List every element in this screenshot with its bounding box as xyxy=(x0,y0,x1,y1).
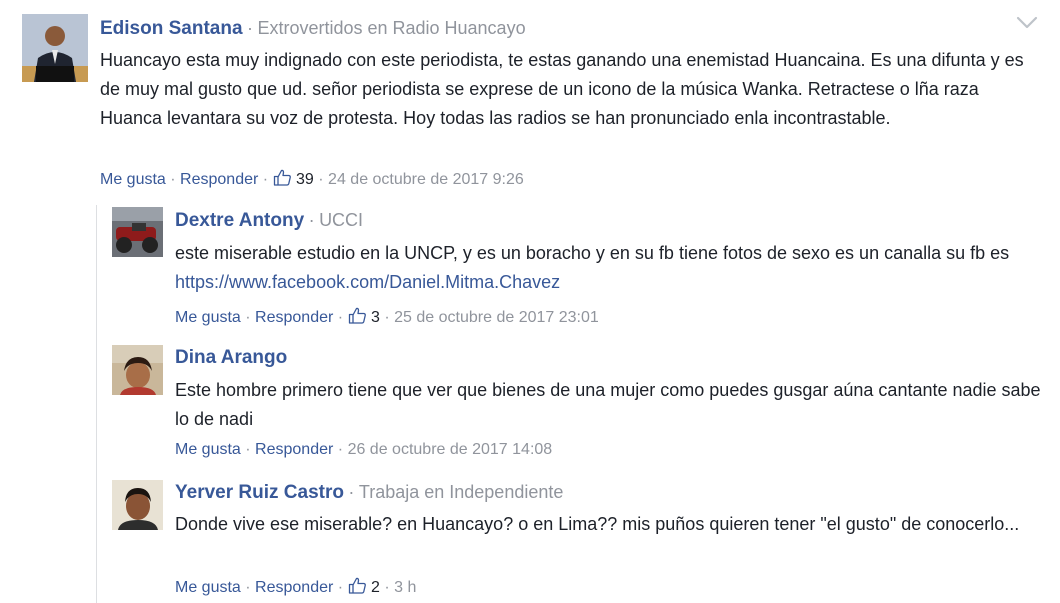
comment-text: este miserable estudio en la UNCP, y es … xyxy=(175,239,1047,297)
thread-line xyxy=(96,205,97,603)
timestamp[interactable]: 24 de octubre de 2017 9:26 xyxy=(328,171,524,188)
like-button[interactable]: Me gusta xyxy=(100,171,166,188)
thumbs-up-icon[interactable] xyxy=(348,577,367,594)
separator: · xyxy=(337,441,344,458)
comment-header: Dextre Antony · UCCI xyxy=(175,209,363,233)
comment-text: Donde vive ese miserable? en Huancayo? o… xyxy=(175,514,1020,534)
like-count: 3 xyxy=(371,309,380,326)
comment-actions: Me gusta · Responder · 3 · 25 de octubre… xyxy=(175,307,599,328)
separator: · xyxy=(337,309,344,326)
comment-header: Yerver Ruiz Castro · Trabaja en Independ… xyxy=(175,481,563,505)
comment-actions: Me gusta · Responder · 26 de octubre de … xyxy=(175,440,552,460)
separator: · xyxy=(245,579,251,596)
comment-header: Dina Arango xyxy=(175,347,287,370)
chevron-down-icon[interactable] xyxy=(1016,16,1038,30)
avatar[interactable] xyxy=(112,480,163,530)
separator: · xyxy=(262,171,269,188)
avatar[interactable] xyxy=(112,207,163,257)
comment-header: Edison Santana · Extrovertidos en Radio … xyxy=(100,17,526,41)
separator: · xyxy=(308,210,315,230)
like-button[interactable]: Me gusta xyxy=(175,309,241,326)
separator: · xyxy=(318,171,324,188)
separator: · xyxy=(246,18,253,38)
separator: · xyxy=(170,171,176,188)
like-button[interactable]: Me gusta xyxy=(175,441,241,458)
separator: · xyxy=(348,482,355,502)
reply-button[interactable]: Responder xyxy=(255,309,333,326)
avatar-image xyxy=(112,480,163,530)
reply-button[interactable]: Responder xyxy=(255,441,333,458)
author-name[interactable]: Yerver Ruiz Castro xyxy=(175,482,344,503)
like-button[interactable]: Me gusta xyxy=(175,579,241,596)
comment-text-body: este miserable estudio en la UNCP, y es … xyxy=(175,243,1010,263)
timestamp[interactable]: 25 de octubre de 2017 23:01 xyxy=(394,309,599,326)
author-affiliation: Trabaja en Independiente xyxy=(358,482,564,502)
separator: · xyxy=(245,309,251,326)
comment-actions: Me gusta · Responder · 2 · 3 h xyxy=(175,577,416,598)
separator: · xyxy=(337,579,344,596)
author-affiliation: Extrovertidos en Radio Huancayo xyxy=(257,18,526,38)
timestamp[interactable]: 26 de octubre de 2017 14:08 xyxy=(348,441,553,458)
separator: · xyxy=(384,579,390,596)
separator: · xyxy=(384,309,390,326)
author-name[interactable]: Dextre Antony xyxy=(175,210,304,231)
like-count: 2 xyxy=(371,579,380,596)
like-count: 39 xyxy=(296,171,314,188)
reply-button[interactable]: Responder xyxy=(255,579,333,596)
reply-button[interactable]: Responder xyxy=(180,171,258,188)
avatar-image xyxy=(112,207,163,257)
comment-actions: Me gusta · Responder · 39 · 24 de octubr… xyxy=(100,169,524,190)
separator: · xyxy=(245,441,251,458)
thumbs-up-icon[interactable] xyxy=(348,307,367,324)
author-affiliation: UCCI xyxy=(319,210,364,230)
avatar[interactable] xyxy=(112,345,163,395)
comment-text: Este hombre primero tiene que ver que bi… xyxy=(175,380,1041,429)
author-name[interactable]: Dina Arango xyxy=(175,347,287,368)
avatar[interactable] xyxy=(22,14,88,82)
timestamp[interactable]: 3 h xyxy=(394,579,416,596)
thumbs-up-icon[interactable] xyxy=(273,169,292,186)
profile-link[interactable]: https://www.facebook.com/Daniel.Mitma.Ch… xyxy=(175,272,560,292)
avatar-image xyxy=(112,345,163,395)
author-name[interactable]: Edison Santana xyxy=(100,18,243,39)
avatar-image xyxy=(22,14,88,82)
comment-text: Huancayo esta muy indignado con este per… xyxy=(100,50,1024,128)
